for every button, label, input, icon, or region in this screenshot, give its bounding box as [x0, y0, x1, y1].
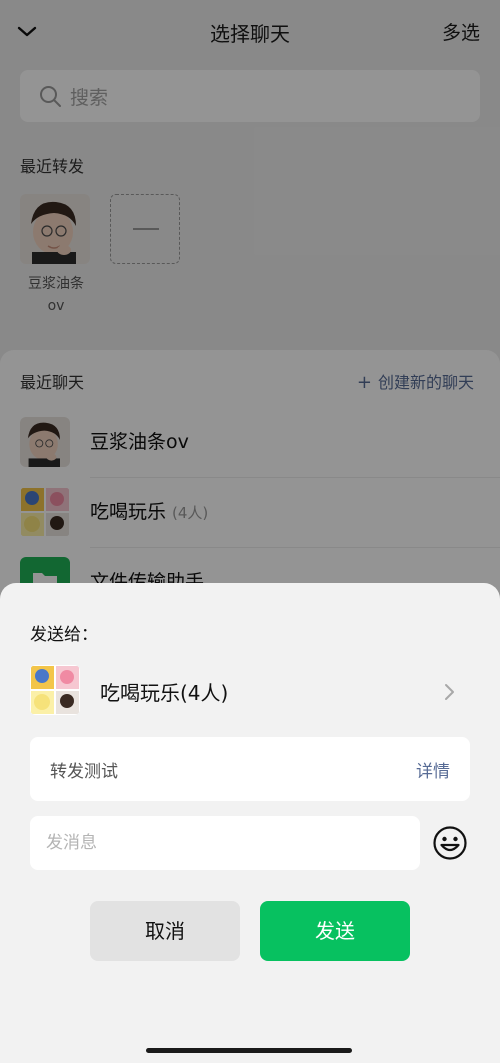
- preview-text: 转发测试: [50, 762, 118, 782]
- message-preview-card: 转发测试 详情: [30, 737, 470, 801]
- group-grid-avatar: [30, 665, 80, 715]
- message-input[interactable]: [30, 816, 420, 870]
- cancel-button[interactable]: 取消: [90, 901, 240, 961]
- chevron-right-icon[interactable]: [442, 683, 458, 701]
- home-indicator: [146, 1048, 352, 1053]
- send-confirm-sheet: 发送给： 吃喝玩乐(4人) 转发测试 详情 取消 发送: [0, 583, 500, 1063]
- send-button[interactable]: 发送: [260, 901, 410, 961]
- detail-link[interactable]: 详情: [416, 757, 450, 782]
- target-chat-name[interactable]: 吃喝玩乐(4人): [100, 677, 228, 706]
- target-group-avatar: [30, 665, 80, 715]
- emoji-icon[interactable]: [432, 825, 468, 861]
- send-to-label: 发送给：: [30, 625, 98, 645]
